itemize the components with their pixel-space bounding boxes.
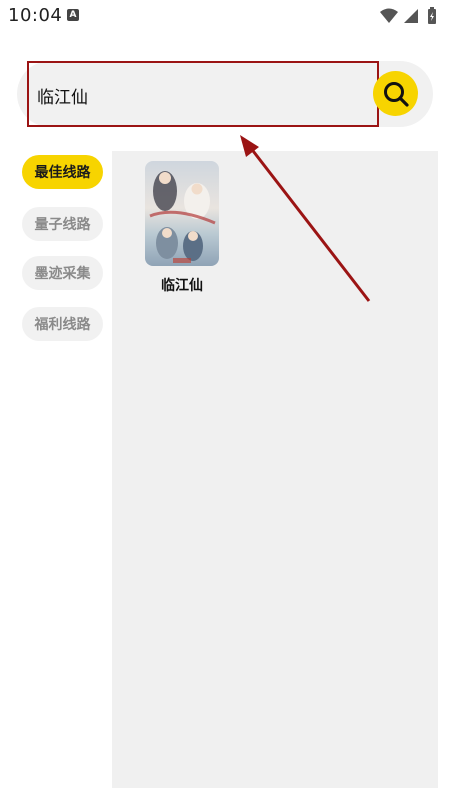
poster-image[interactable] xyxy=(145,161,219,266)
search-button[interactable] xyxy=(373,71,418,116)
search-icon xyxy=(383,81,409,107)
result-card[interactable]: 临江仙 xyxy=(145,161,219,295)
status-bar: 10:04 A xyxy=(0,0,450,32)
status-time: 10:04 xyxy=(8,5,63,26)
sidebar-item-welfare-route[interactable]: 福利线路 xyxy=(22,307,103,341)
app-screen: 10:04 A 临江仙 最佳线路 量子线路 墨迹采集 福利线路 临江仙 xyxy=(0,0,450,801)
notification-icon: A xyxy=(67,9,79,21)
sidebar-item-best-route[interactable]: 最佳线路 xyxy=(22,155,103,189)
wifi-icon xyxy=(380,8,398,23)
search-input[interactable] xyxy=(37,83,357,107)
sidebar-item-label: 福利线路 xyxy=(34,317,91,333)
status-icons xyxy=(378,6,442,26)
search-field-highlight[interactable] xyxy=(27,61,379,127)
battery-icon xyxy=(428,7,436,24)
sidebar-item-moji-collection[interactable]: 墨迹采集 xyxy=(22,256,103,290)
results-panel: 临江仙 xyxy=(112,151,438,788)
sidebar-item-label: 最佳线路 xyxy=(34,165,91,181)
cellular-signal-icon xyxy=(404,9,418,23)
result-title[interactable]: 临江仙 xyxy=(145,275,219,295)
sidebar-item-quantum-route[interactable]: 量子线路 xyxy=(22,207,103,241)
sidebar-item-label: 量子线路 xyxy=(34,217,91,233)
sidebar-item-label: 墨迹采集 xyxy=(34,266,91,282)
